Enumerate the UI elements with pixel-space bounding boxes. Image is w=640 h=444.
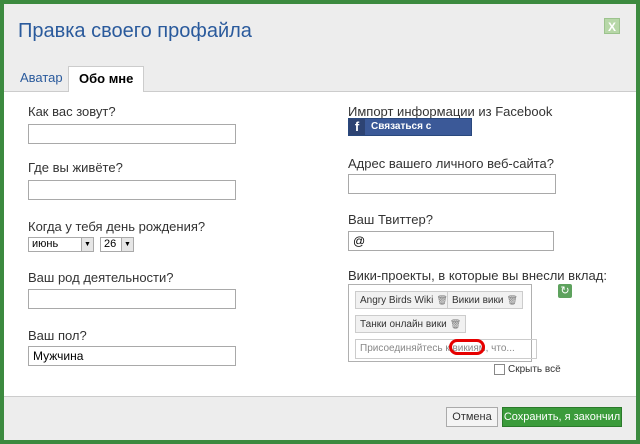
- wiki-tag: Angry Birds Wiki 🗑: [355, 291, 453, 309]
- dropdown-arrow-icon: ▼: [81, 238, 93, 251]
- trash-icon[interactable]: 🗑: [450, 316, 461, 332]
- location-input[interactable]: [28, 180, 236, 200]
- refresh-icon[interactable]: ↻: [558, 284, 572, 298]
- occupation-label: Ваш род деятельности?: [28, 270, 174, 285]
- dialog-body: Как вас зовут? Где вы живёте? Когда у те…: [4, 92, 636, 396]
- facebook-label: Импорт информации из Facebook: [348, 104, 553, 119]
- dialog-footer: Отмена Сохранить, я закончил: [4, 396, 636, 440]
- name-input[interactable]: [28, 124, 236, 144]
- twitter-label: Ваш Твиттер?: [348, 212, 433, 227]
- tab-about-me[interactable]: Обо мне: [68, 66, 145, 93]
- highlight-circle: [449, 339, 485, 355]
- wikis-label: Вики-проекты, в которые вы внесли вклад:: [348, 268, 607, 283]
- cancel-button[interactable]: Отмена: [446, 407, 498, 427]
- close-icon[interactable]: X: [604, 18, 620, 34]
- profile-dialog: Правка своего профайла X Аватар Обо мне …: [4, 4, 636, 440]
- website-label: Адрес вашего личного веб-сайта?: [348, 156, 554, 171]
- birthday-month-value: июнь: [32, 238, 59, 250]
- trash-icon[interactable]: 🗑: [506, 292, 517, 308]
- gender-label: Ваш пол?: [28, 328, 87, 343]
- website-input[interactable]: [348, 174, 556, 194]
- birthday-day-select[interactable]: 26 ▼: [100, 237, 134, 252]
- dialog-header: Правка своего профайла X: [4, 4, 636, 60]
- wiki-tag: Викии вики 🗑: [447, 291, 523, 309]
- birthday-day-value: 26: [104, 238, 117, 250]
- name-label: Как вас зовут?: [28, 104, 116, 119]
- birthday-label: Когда у тебя день рождения?: [28, 219, 206, 234]
- occupation-input[interactable]: [28, 289, 236, 309]
- wiki-tag-label: Angry Birds Wiki: [360, 295, 434, 306]
- hide-all-label: Скрыть всё: [508, 364, 561, 376]
- checkbox-icon[interactable]: [494, 364, 505, 375]
- tab-bar: Аватар Обо мне: [4, 60, 636, 93]
- dropdown-arrow-icon: ▼: [121, 238, 133, 251]
- wiki-tag-label: Викии вики: [452, 295, 504, 306]
- hide-all-checkbox[interactable]: Скрыть всё: [494, 364, 561, 375]
- wiki-tag-label: Танки онлайн вики: [360, 319, 447, 330]
- connect-facebook-button[interactable]: f Связаться с Facebook: [348, 118, 472, 148]
- gender-input[interactable]: Мужчина: [28, 346, 236, 366]
- birthday-month-select[interactable]: июнь ▼: [28, 237, 94, 252]
- save-button[interactable]: Сохранить, я закончил: [502, 407, 622, 427]
- wiki-tag: Танки онлайн вики 🗑: [355, 315, 467, 333]
- twitter-input[interactable]: @: [348, 231, 554, 251]
- wikis-box: Angry Birds Wiki 🗑 Викии вики 🗑 Танки онла…: [348, 284, 537, 362]
- tab-avatar[interactable]: Аватар: [10, 66, 73, 92]
- location-label: Где вы живёте?: [28, 160, 123, 175]
- wiki-search-input[interactable]: Присоединяйтесь к викиям, что...: [355, 339, 537, 359]
- dialog-title: Правка своего профайла: [18, 20, 252, 42]
- facebook-icon: f: [349, 119, 365, 135]
